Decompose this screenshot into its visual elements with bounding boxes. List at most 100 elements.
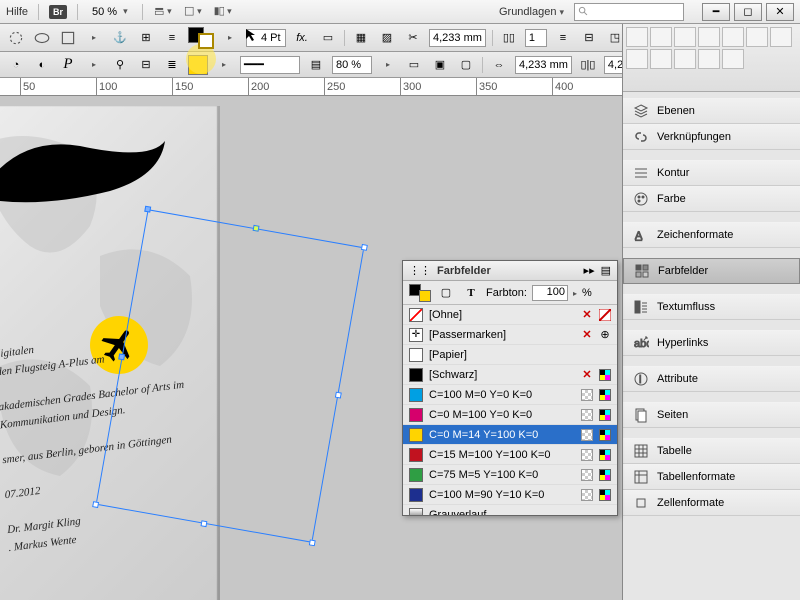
swatch-flyout[interactable] xyxy=(214,55,234,75)
object-target-icon[interactable]: ▢ xyxy=(436,283,456,303)
tool-flyout[interactable] xyxy=(84,28,104,48)
mini-tool[interactable] xyxy=(698,27,720,47)
swatch-row[interactable]: C=100 M=0 Y=0 K=0 xyxy=(403,385,617,405)
maximize-button[interactable]: ◻ xyxy=(734,3,762,21)
width-field[interactable]: 4,233 mm xyxy=(429,29,486,47)
opacity-field[interactable]: 80 % xyxy=(332,56,372,74)
panel-label: Zellenformate xyxy=(657,497,724,509)
panel-ebenen[interactable]: Ebenen xyxy=(623,98,800,124)
panel-kontur[interactable]: Kontur xyxy=(623,160,800,186)
panel-tabellenformate[interactable]: Tabellenformate xyxy=(623,464,800,490)
swatch-row[interactable]: Grauverlauf xyxy=(403,505,617,515)
textwrap-icon[interactable]: ▨ xyxy=(377,28,397,48)
swatch-name: [Papier] xyxy=(429,349,611,361)
distribute-icon[interactable]: ⊟ xyxy=(136,55,156,75)
fit-icon[interactable]: ▭ xyxy=(318,28,338,48)
panel-verknuepfungen[interactable]: Verknüpfungen xyxy=(623,124,800,150)
panel-textumfluss[interactable]: Textumfluss xyxy=(623,294,800,320)
tool-icon[interactable]: ◔ xyxy=(6,55,26,75)
tool-icon[interactable]: ◐ xyxy=(32,55,52,75)
tint-stepper[interactable] xyxy=(573,287,577,299)
anchor-icon[interactable]: ⚲ xyxy=(110,55,130,75)
brush-stroke-graphic xyxy=(0,126,170,216)
tool-icon[interactable] xyxy=(58,28,78,48)
swatch-row[interactable]: [Papier] xyxy=(403,345,617,365)
swatch-row[interactable]: [Passermarken]✕⊕ xyxy=(403,325,617,345)
close-button[interactable]: ✕ xyxy=(766,3,794,21)
anchor-icon[interactable]: ⚓ xyxy=(110,28,130,48)
swatch-row[interactable]: C=0 M=100 Y=0 K=0 xyxy=(403,405,617,425)
tint-input[interactable]: 100 xyxy=(532,285,568,301)
mini-tool[interactable] xyxy=(674,27,696,47)
fit-icon[interactable]: ▣ xyxy=(430,55,450,75)
gutter-icon[interactable]: ▯|▯ xyxy=(578,55,598,75)
mini-tool[interactable] xyxy=(650,27,672,47)
mini-tool[interactable] xyxy=(626,49,648,69)
fill-stroke-swatches[interactable] xyxy=(188,27,214,49)
stroke-style-field[interactable]: ━━━ xyxy=(240,56,300,74)
cols-icon[interactable]: ▯▯ xyxy=(499,28,519,48)
arrange-dropdown[interactable] xyxy=(213,2,233,22)
mini-tool[interactable] xyxy=(722,49,744,69)
tool-icon[interactable] xyxy=(32,28,52,48)
crop-icon[interactable]: ✂ xyxy=(403,28,423,48)
swatch-row[interactable]: C=75 M=5 Y=100 K=0 xyxy=(403,465,617,485)
mini-tool[interactable] xyxy=(650,49,672,69)
swatch-row[interactable]: [Schwarz]✕ xyxy=(403,365,617,385)
panel-hyperlinks[interactable]: abcHyperlinks xyxy=(623,330,800,356)
zoom-dropdown[interactable]: 50 % xyxy=(88,6,132,18)
panel-menu-icon[interactable]: ▤ xyxy=(601,264,611,277)
tool-flyout[interactable] xyxy=(84,55,104,75)
minimize-button[interactable]: ━ xyxy=(702,3,730,21)
panel-grip-icon[interactable]: ⋮⋮ xyxy=(409,264,431,277)
swatch-list[interactable]: [Ohne]✕[Passermarken]✕⊕ [Papier] [Schwarz]… xyxy=(403,305,617,515)
mini-tool[interactable] xyxy=(674,49,696,69)
height-field[interactable]: 4,233 mm xyxy=(515,56,572,74)
mini-tool[interactable] xyxy=(746,27,768,47)
mini-tool[interactable] xyxy=(770,27,792,47)
swatch-row[interactable]: C=15 M=100 Y=100 K=0 xyxy=(403,445,617,465)
panel-seiten[interactable]: Seiten xyxy=(623,402,800,428)
textwrap-icon[interactable]: ▦ xyxy=(351,28,371,48)
pct-icon[interactable]: ▤ xyxy=(306,55,326,75)
swatch-row[interactable]: C=100 M=90 Y=10 K=0 xyxy=(403,485,617,505)
swatch-row[interactable]: [Ohne]✕ xyxy=(403,305,617,325)
view-options-dropdown[interactable] xyxy=(153,2,173,22)
fit-icon[interactable]: ▭ xyxy=(404,55,424,75)
panel-tabelle[interactable]: Tabelle xyxy=(623,438,800,464)
gap-icon[interactable]: ⇔ xyxy=(489,55,509,75)
mini-tool[interactable] xyxy=(722,27,744,47)
fx-icon[interactable]: fx. xyxy=(292,28,312,48)
mini-tool[interactable] xyxy=(698,49,720,69)
search-input[interactable] xyxy=(574,3,684,21)
text-tool-icon[interactable]: P xyxy=(58,55,78,75)
swatches-panel[interactable]: ⋮⋮ Farbfelder ▸▸ ▤ ▢ T Farbton: 100 % [O… xyxy=(402,260,618,516)
swatch-flag-cmyk xyxy=(599,369,611,381)
swatch-yellow[interactable] xyxy=(188,55,208,75)
mini-tool[interactable] xyxy=(626,27,648,47)
fit-icon[interactable]: ▢ xyxy=(456,55,476,75)
options-icon[interactable]: ≡ xyxy=(553,28,573,48)
distribute-icon[interactable]: ⊞ xyxy=(136,28,156,48)
fill-stroke-mini[interactable] xyxy=(409,284,431,302)
align-icon[interactable]: ≣ xyxy=(162,55,182,75)
tool-icon[interactable] xyxy=(6,28,26,48)
panel-tab-bar[interactable]: ⋮⋮ Farbfelder ▸▸ ▤ xyxy=(403,261,617,281)
panel-attribute[interactable]: iAttribute xyxy=(623,366,800,392)
panel-zellenformate[interactable]: Zellenformate xyxy=(623,490,800,516)
panel-farbfelder[interactable]: Farbfelder xyxy=(623,258,800,284)
workspace-switcher[interactable]: Grundlagen xyxy=(499,6,564,18)
fill-flyout[interactable] xyxy=(220,28,240,48)
screen-mode-dropdown[interactable] xyxy=(183,2,203,22)
menu-help[interactable]: Hilfe xyxy=(6,6,28,18)
bridge-badge[interactable]: Br xyxy=(49,5,67,19)
panel-farbe[interactable]: Farbe xyxy=(623,186,800,212)
columns-field[interactable]: 1 xyxy=(525,29,547,47)
panel-zeichenformate[interactable]: A̲Zeichenformate xyxy=(623,222,800,248)
panel-collapse-icon[interactable]: ▸▸ xyxy=(584,264,595,277)
swatch-row[interactable]: C=0 M=14 Y=100 K=0 xyxy=(403,425,617,445)
align-icon[interactable]: ≡ xyxy=(162,28,182,48)
text-target-icon[interactable]: T xyxy=(461,283,481,303)
options-icon[interactable]: ⊟ xyxy=(579,28,599,48)
opacity-flyout[interactable] xyxy=(378,55,398,75)
